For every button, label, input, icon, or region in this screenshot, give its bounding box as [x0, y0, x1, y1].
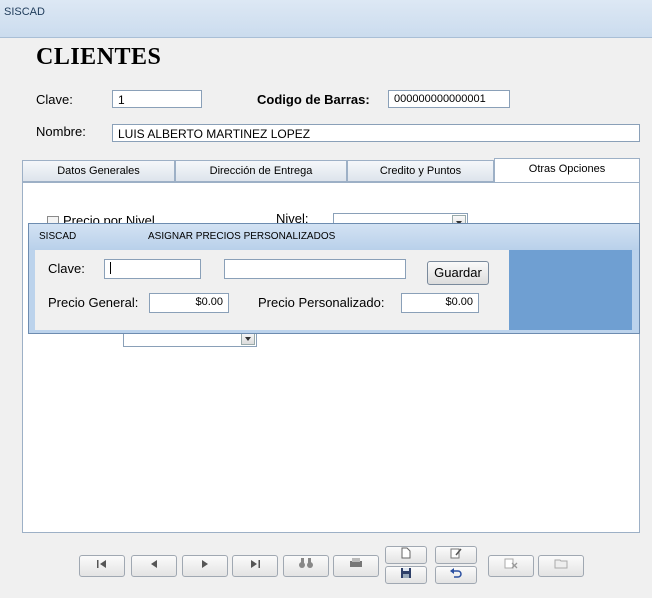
window-title: SISCAD — [4, 6, 45, 18]
dialog-clave-label: Clave: — [48, 261, 85, 276]
text-cursor — [110, 262, 111, 274]
clave-field[interactable]: 1 — [112, 90, 202, 108]
last-record-icon[interactable] — [232, 555, 278, 577]
previous-record-icon[interactable] — [131, 555, 177, 577]
tab-direccion-entrega[interactable]: Dirección de Entrega — [175, 160, 347, 182]
precio-personalizado-label: Precio Personalizado: — [258, 295, 385, 310]
dialog-description-input[interactable] — [224, 259, 406, 279]
dialog-title: ASIGNAR PRECIOS PERSONALIZADOS — [148, 231, 336, 242]
printer-icon[interactable] — [333, 555, 379, 577]
binoculars-icon[interactable] — [283, 555, 329, 577]
floppy-disk-icon[interactable] — [385, 566, 427, 584]
new-document-icon[interactable] — [385, 546, 427, 564]
window-titlebar: SISCAD — [0, 0, 652, 38]
tab-otras-opciones[interactable]: Otras Opciones — [494, 158, 640, 183]
tab-strip: Datos Generales Dirección de Entrega Cre… — [22, 158, 640, 183]
dialog-body: Clave: Guardar Precio General: $0.00 Pre… — [35, 250, 632, 330]
precio-personalizado-input[interactable]: $0.00 — [401, 293, 479, 313]
page-title: CLIENTES — [36, 44, 162, 70]
first-record-icon[interactable] — [79, 555, 125, 577]
tab-datos-generales[interactable]: Datos Generales — [22, 160, 175, 182]
save-button-label: Guardar — [434, 265, 482, 280]
folder-icon[interactable] — [538, 555, 584, 577]
barcode-field[interactable]: 000000000000001 — [388, 90, 510, 108]
precios-personalizados-dialog: SISCAD ASIGNAR PRECIOS PERSONALIZADOS Cl… — [28, 223, 640, 334]
precio-general-input[interactable]: $0.00 — [149, 293, 229, 313]
dialog-side-panel — [509, 250, 632, 330]
clave-label: Clave: — [36, 92, 73, 107]
edit-icon[interactable] — [435, 546, 477, 564]
nombre-field[interactable]: LUIS ALBERTO MARTINEZ LOPEZ — [112, 124, 640, 142]
barcode-label: Codigo de Barras: — [257, 92, 370, 107]
dialog-app-name: SISCAD — [39, 231, 77, 242]
precio-general-label: Precio General: — [48, 295, 139, 310]
undo-icon[interactable] — [435, 566, 477, 584]
tab-credito-puntos[interactable]: Credito y Puntos — [347, 160, 494, 182]
save-button[interactable]: Guardar — [427, 261, 489, 285]
next-record-icon[interactable] — [182, 555, 228, 577]
dialog-titlebar: SISCAD ASIGNAR PRECIOS PERSONALIZADOS — [29, 224, 639, 250]
delete-icon[interactable] — [488, 555, 534, 577]
nombre-label: Nombre: — [36, 124, 86, 139]
dialog-clave-input[interactable] — [104, 259, 201, 279]
